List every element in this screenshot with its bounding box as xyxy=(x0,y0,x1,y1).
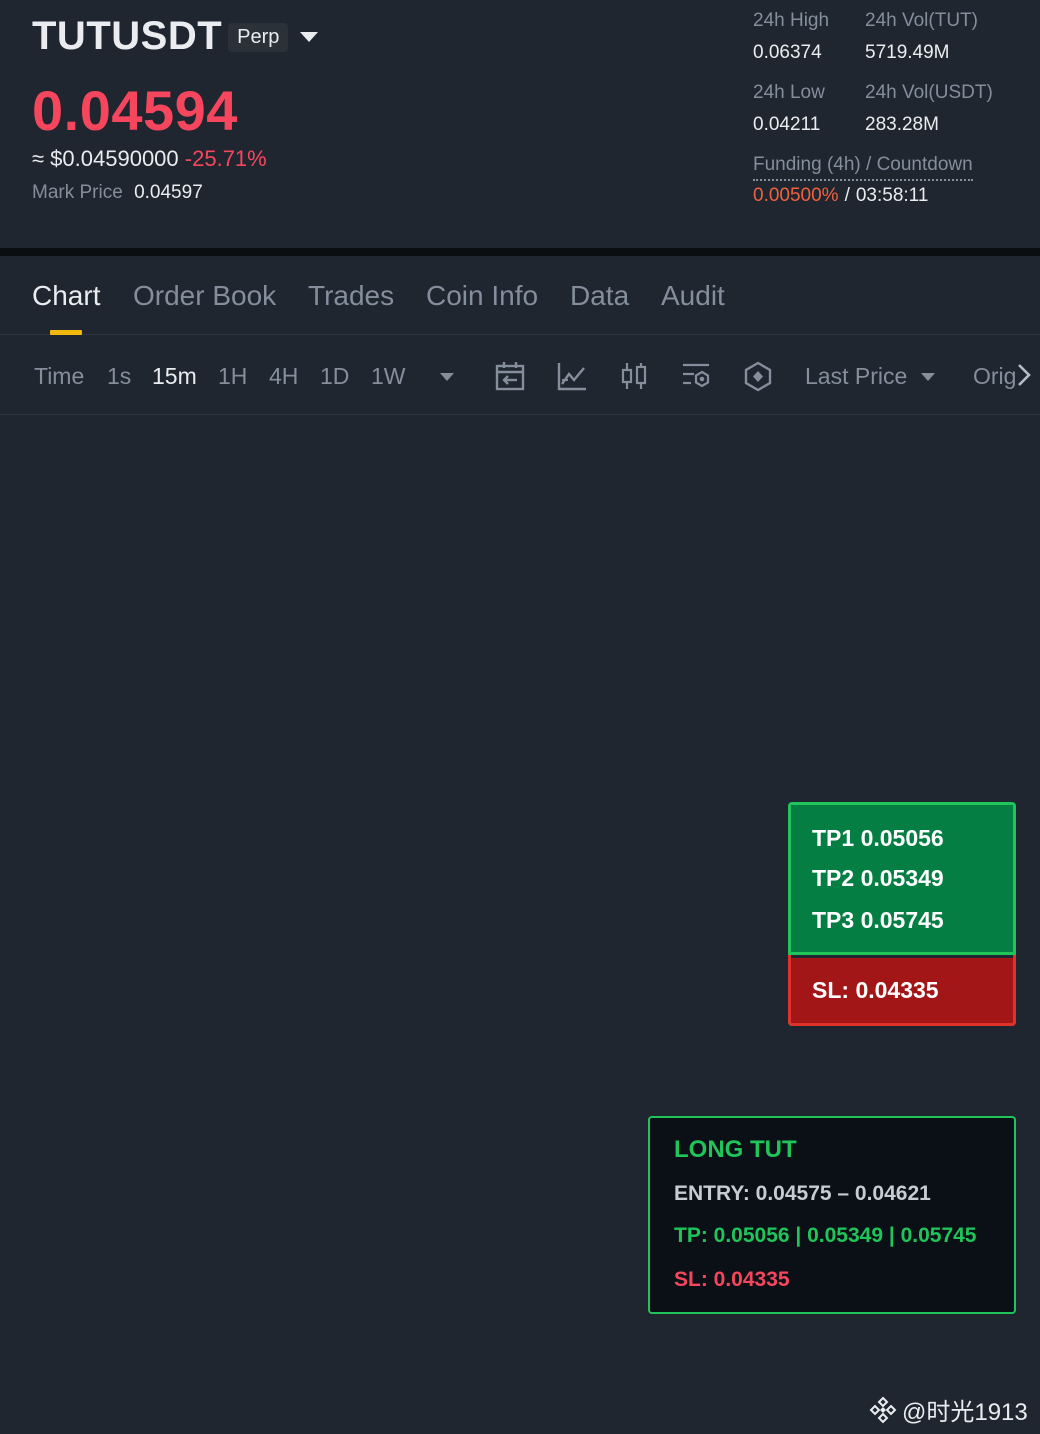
funding-values: 0.00500%/03:58:11 xyxy=(753,185,973,207)
tab-coin-info[interactable]: Coin Info xyxy=(426,280,538,312)
timeframe-4h[interactable]: 4H xyxy=(269,363,298,390)
mark-price-row: Mark Price 0.04597 xyxy=(32,182,203,204)
stat-label: 24h Vol(TUT) xyxy=(865,10,978,31)
tab-data[interactable]: Data xyxy=(570,280,629,312)
signal-entry: ENTRY: 0.04575 – 0.04621 xyxy=(674,1182,931,1205)
stat-label: 24h High xyxy=(753,10,830,31)
calendar-range-icon[interactable] xyxy=(494,360,526,392)
last-price: 0.04594 xyxy=(32,79,238,142)
stat-value: 0.06374 xyxy=(753,42,822,63)
funding-countdown[interactable]: Funding (4h) / Countdown 0.00500%/03:58:… xyxy=(753,154,973,207)
mark-price-value: 0.04597 xyxy=(134,182,203,203)
price-source-chevron-icon[interactable] xyxy=(921,373,935,381)
tp3-label: TP3 0.05745 xyxy=(812,907,944,933)
stat-value: 283.28M xyxy=(865,114,939,135)
tab-order-book[interactable]: Order Book xyxy=(133,280,276,312)
signal-take-profit: TP: 0.05056 | 0.05349 | 0.05745 xyxy=(674,1224,977,1247)
section-divider xyxy=(0,248,1040,256)
content-tabs: Chart Order Book Trades Coin Info Data A… xyxy=(0,256,1040,335)
funding-countdown-timer: 03:58:11 xyxy=(855,185,929,206)
timeframe-1h[interactable]: 1H xyxy=(218,363,247,390)
ticker-header: TUTUSDT Perp 0.04594 ≈ $0.04590000 -25.7… xyxy=(0,0,1040,248)
timeframe-time[interactable]: Time xyxy=(34,363,84,390)
scroll-right-chevron-icon[interactable] xyxy=(1015,362,1033,388)
usd-price-row: ≈ $0.04590000 -25.71% xyxy=(32,146,267,172)
stat-value: 5719.49M xyxy=(865,42,950,63)
stat-24h-high: 24h High 0.06374 xyxy=(753,10,829,64)
hexagon-tools-icon[interactable] xyxy=(742,360,774,392)
stop-loss-panel: SL: 0.04335 xyxy=(791,958,1013,1023)
mark-price-label: Mark Price xyxy=(32,182,123,203)
stat-24h-low: 24h Low 0.04211 xyxy=(753,82,825,136)
stat-24h-vol-quote: 24h Vol(USDT) 283.28M xyxy=(865,82,993,136)
price-source-select[interactable]: Last Price xyxy=(805,363,907,390)
view-mode-original[interactable]: Orig xyxy=(973,363,1017,390)
tab-chart[interactable]: Chart xyxy=(32,280,100,312)
stat-label: 24h Low xyxy=(753,82,825,103)
contract-type-badge: Perp xyxy=(228,23,289,52)
indicator-chart-icon[interactable] xyxy=(556,360,588,392)
stat-value: 0.04211 xyxy=(753,114,821,135)
usd-approx-price: ≈ $0.04590000 xyxy=(32,146,179,171)
symbol-selector[interactable]: TUTUSDT Perp xyxy=(32,14,319,59)
tab-audit[interactable]: Audit xyxy=(661,280,725,312)
timeframe-1d[interactable]: 1D xyxy=(320,363,349,390)
targets-overlay: TP1 0.05056 TP2 0.05349 TP3 0.05745 SL: … xyxy=(788,802,1016,1026)
funding-rate: 0.00500% xyxy=(753,185,839,206)
take-profit-panel: TP1 0.05056 TP2 0.05349 TP3 0.05745 xyxy=(791,805,1013,955)
timeframe-1s[interactable]: 1s xyxy=(107,363,131,390)
watermark: @时光1913 xyxy=(868,1392,1028,1427)
symbol-name[interactable]: TUTUSDT xyxy=(32,14,222,59)
funding-separator: / xyxy=(844,185,850,206)
watermark-author: @时光1913 xyxy=(902,1399,1028,1426)
stat-label: 24h Vol(USDT) xyxy=(865,82,993,103)
funding-label[interactable]: Funding (4h) / Countdown xyxy=(753,154,973,181)
candlestick-icon[interactable] xyxy=(618,360,650,392)
exchange-logo-icon xyxy=(869,1396,897,1423)
sl-label: SL: 0.04335 xyxy=(812,977,939,1003)
trade-signal-card: LONG TUT ENTRY: 0.04575 – 0.04621 TP: 0.… xyxy=(648,1116,1016,1314)
chart-toolbar: Time 1s 15m 1H 4H 1D 1W Last Price Orig xyxy=(0,336,1040,415)
tp2-label: TP2 0.05349 xyxy=(812,865,944,891)
more-timeframes-icon[interactable] xyxy=(440,373,454,381)
chevron-down-icon[interactable] xyxy=(300,31,319,42)
timeframe-15m[interactable]: 15m xyxy=(152,363,197,390)
signal-stop-loss: SL: 0.04335 xyxy=(674,1268,790,1291)
stat-24h-vol-base: 24h Vol(TUT) 5719.49M xyxy=(865,10,978,64)
active-tab-indicator xyxy=(50,330,82,335)
tab-trades[interactable]: Trades xyxy=(308,280,394,312)
signal-title: LONG TUT xyxy=(674,1136,797,1163)
tp1-label: TP1 0.05056 xyxy=(812,825,944,851)
timeframe-1w[interactable]: 1W xyxy=(371,363,406,390)
chart-settings-icon[interactable] xyxy=(680,360,712,392)
price-change-percent: -25.71% xyxy=(184,146,267,171)
